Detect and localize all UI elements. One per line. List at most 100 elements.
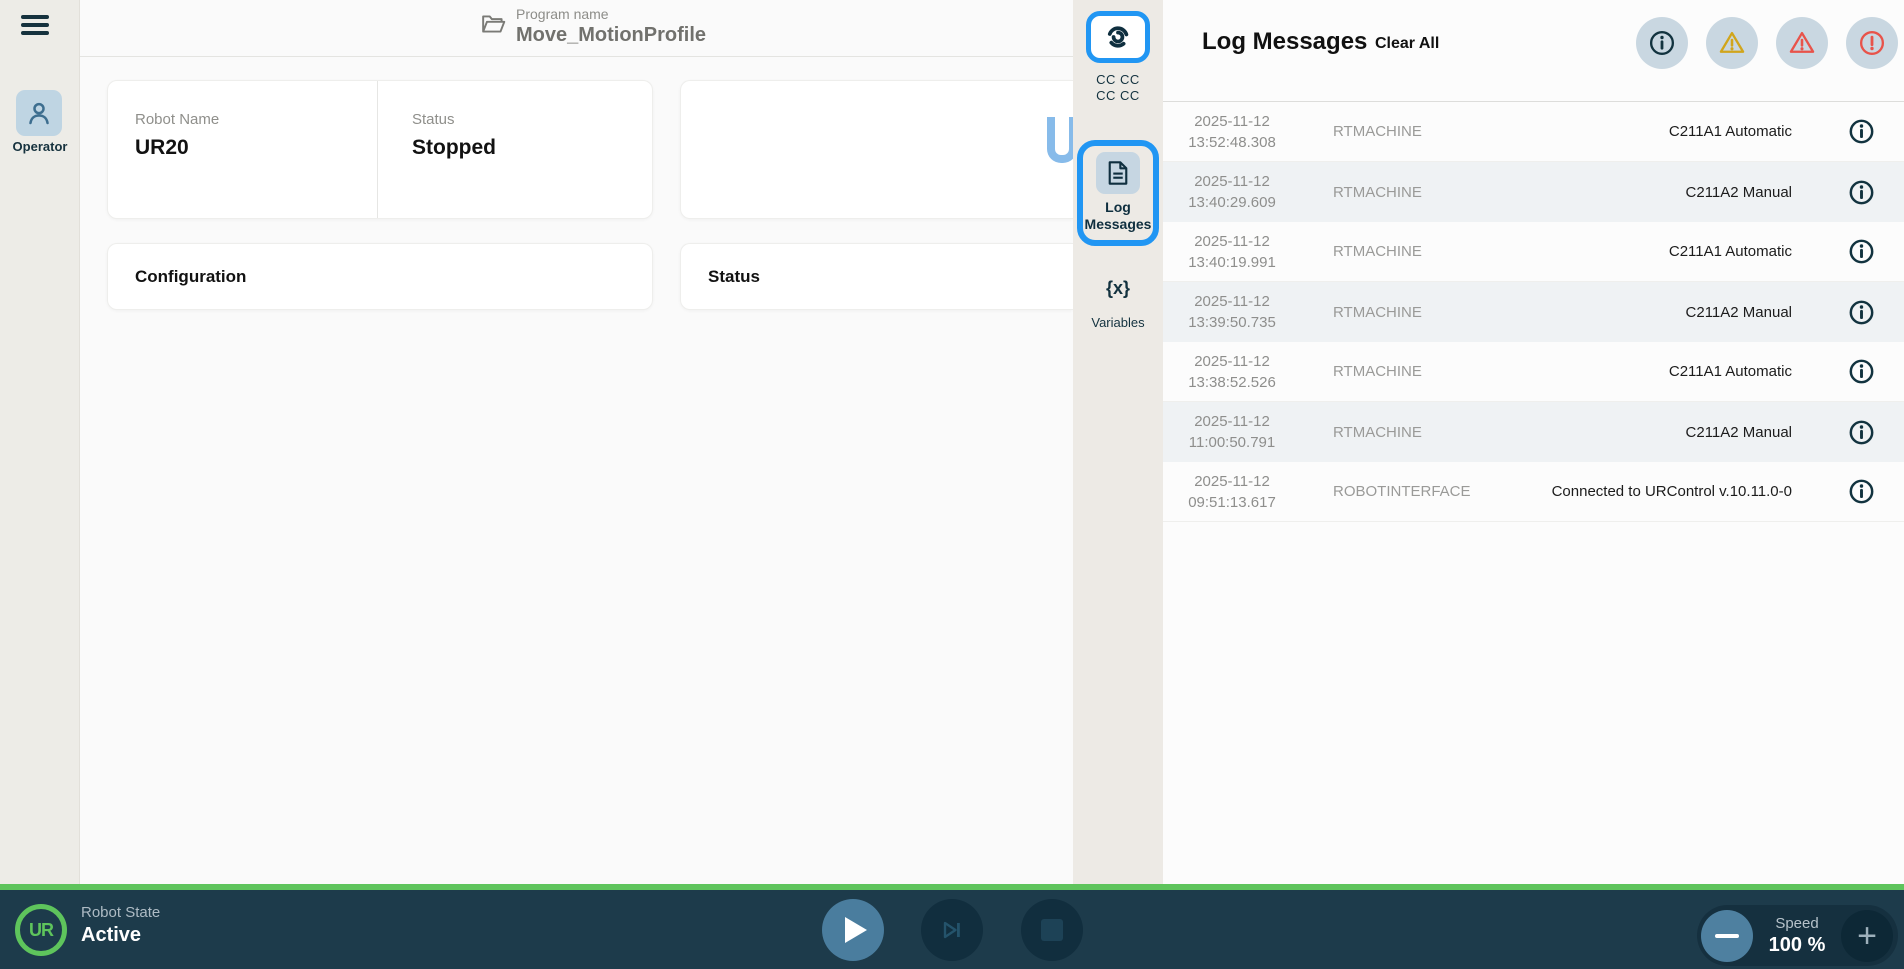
robot-name-value: UR20 bbox=[135, 136, 377, 160]
row-info-icon[interactable] bbox=[1848, 358, 1875, 385]
center-panel: Program name Move_MotionProfile Robot Na… bbox=[80, 0, 1073, 884]
swirl-icon bbox=[1104, 23, 1132, 51]
log-message: Connected to URControl v.10.11.0-0 bbox=[1551, 483, 1818, 500]
log-time: 11:00:50.791 bbox=[1163, 432, 1301, 453]
left-sidebar: Operator bbox=[0, 0, 80, 884]
log-date: 2025-11-12 bbox=[1163, 291, 1301, 312]
clear-all-button[interactable]: Clear All bbox=[1375, 35, 1439, 53]
header-divider bbox=[80, 56, 1073, 57]
log-message: C211A2 Manual bbox=[1551, 184, 1818, 201]
log-date: 2025-11-12 bbox=[1163, 411, 1301, 432]
log-message: C211A1 Automatic bbox=[1551, 243, 1818, 260]
row-info-icon[interactable] bbox=[1848, 478, 1875, 505]
status-card-title: Status bbox=[681, 267, 760, 287]
filter-error-button[interactable] bbox=[1776, 17, 1828, 69]
log-row[interactable]: 2025-11-1213:39:50.735 RTMACHINE C211A2 … bbox=[1163, 282, 1904, 342]
robot-info-card: Robot Name UR20 Status Stopped bbox=[107, 80, 653, 219]
log-messages-icon-tile bbox=[1096, 152, 1140, 194]
log-row[interactable]: 2025-11-1213:40:29.609 RTMACHINE C211A2 … bbox=[1163, 162, 1904, 222]
status-card[interactable]: Status bbox=[680, 243, 1073, 310]
play-icon bbox=[845, 917, 867, 943]
log-message: C211A2 Manual bbox=[1551, 424, 1818, 441]
variables-icon: {x} bbox=[1073, 278, 1163, 299]
robot-status-value: Stopped bbox=[412, 136, 496, 160]
variables-label: Variables bbox=[1073, 315, 1163, 330]
log-message: C211A1 Automatic bbox=[1551, 123, 1818, 140]
speed-decrease-button[interactable] bbox=[1701, 910, 1753, 962]
app-root: Operator Program name Move_MotionProfile… bbox=[0, 0, 1904, 969]
program-name-label: Program name bbox=[516, 6, 706, 23]
toolstrip-item-variables[interactable]: {x} Variables bbox=[1073, 278, 1163, 330]
log-source: RTMACHINE bbox=[1301, 363, 1551, 380]
right-tool-strip: CC CC CC CC Log Messages {x} Variables bbox=[1073, 0, 1163, 884]
log-row[interactable]: 2025-11-1211:00:50.791 RTMACHINE C211A2 … bbox=[1163, 402, 1904, 462]
filter-warning-button[interactable] bbox=[1706, 17, 1758, 69]
log-table: 2025-11-1213:52:48.308 RTMACHINE C211A1 … bbox=[1163, 101, 1904, 522]
log-filter-buttons bbox=[1636, 17, 1898, 69]
folder-icon bbox=[481, 12, 507, 36]
filter-info-button[interactable] bbox=[1636, 17, 1688, 69]
stop-icon bbox=[1041, 919, 1063, 941]
hamburger-menu-icon[interactable] bbox=[21, 15, 49, 37]
log-date: 2025-11-12 bbox=[1163, 231, 1301, 252]
speed-increase-button[interactable]: + bbox=[1841, 910, 1893, 962]
log-source: RTMACHINE bbox=[1301, 243, 1551, 260]
robot-name-label: Robot Name bbox=[135, 111, 377, 128]
configuration-card-title: Configuration bbox=[108, 267, 246, 287]
log-time: 13:38:52.526 bbox=[1163, 372, 1301, 393]
row-info-icon[interactable] bbox=[1848, 299, 1875, 326]
program-name-value: Move_MotionProfile bbox=[516, 23, 706, 47]
log-message: C211A2 Manual bbox=[1551, 304, 1818, 321]
document-icon bbox=[1106, 160, 1130, 186]
row-info-icon[interactable] bbox=[1848, 419, 1875, 446]
log-row[interactable]: 2025-11-1213:38:52.526 RTMACHINE C211A1 … bbox=[1163, 342, 1904, 402]
robot-status-label: Status bbox=[412, 111, 496, 128]
log-date: 2025-11-12 bbox=[1163, 471, 1301, 492]
log-source: RTMACHINE bbox=[1301, 123, 1551, 140]
filter-critical-button[interactable] bbox=[1846, 17, 1898, 69]
footer-bar: UR Robot State Active Speed 100 % + bbox=[0, 890, 1904, 969]
operator-label: Operator bbox=[0, 139, 80, 154]
robot-state-value: Active bbox=[81, 924, 141, 947]
operator-avatar[interactable] bbox=[16, 90, 62, 136]
toolstrip-item-swirl[interactable] bbox=[1086, 11, 1150, 63]
row-info-icon[interactable] bbox=[1848, 238, 1875, 265]
log-messages-label-line1: Log bbox=[1085, 199, 1152, 216]
log-message: C211A1 Automatic bbox=[1551, 363, 1818, 380]
row-info-icon[interactable] bbox=[1848, 118, 1875, 145]
log-time: 09:51:13.617 bbox=[1163, 492, 1301, 513]
play-button[interactable] bbox=[822, 899, 884, 961]
program-name-header[interactable]: Program name Move_MotionProfile bbox=[481, 6, 706, 47]
configuration-card[interactable]: Configuration bbox=[107, 243, 653, 310]
log-messages-panel: Log Messages Clear All bbox=[1163, 0, 1904, 884]
stop-button[interactable] bbox=[1021, 899, 1083, 961]
ur-logo: UR bbox=[15, 904, 67, 956]
log-date: 2025-11-12 bbox=[1163, 171, 1301, 192]
warning-triangle-icon bbox=[1718, 29, 1746, 57]
empty-card bbox=[680, 80, 1073, 219]
speed-value: 100 % bbox=[1753, 933, 1841, 957]
info-circle-icon bbox=[1648, 29, 1676, 57]
log-messages-label-line2: Messages bbox=[1085, 216, 1152, 233]
speed-label: Speed bbox=[1753, 915, 1841, 933]
log-date: 2025-11-12 bbox=[1163, 111, 1301, 132]
log-source: ROBOTINTERFACE bbox=[1301, 483, 1551, 500]
log-row[interactable]: 2025-11-1213:40:19.991 RTMACHINE C211A1 … bbox=[1163, 222, 1904, 282]
log-source: RTMACHINE bbox=[1301, 304, 1551, 321]
log-row[interactable]: 2025-11-1213:52:48.308 RTMACHINE C211A1 … bbox=[1163, 102, 1904, 162]
log-panel-title: Log Messages bbox=[1202, 28, 1367, 56]
cc-status-text: CC CC CC CC bbox=[1073, 72, 1163, 104]
log-source: RTMACHINE bbox=[1301, 184, 1551, 201]
person-icon bbox=[24, 98, 54, 128]
minus-icon bbox=[1715, 934, 1739, 938]
toolstrip-item-log-messages[interactable]: Log Messages bbox=[1077, 140, 1159, 246]
error-circle-icon bbox=[1858, 29, 1886, 57]
log-time: 13:39:50.735 bbox=[1163, 312, 1301, 333]
log-source: RTMACHINE bbox=[1301, 424, 1551, 441]
log-row[interactable]: 2025-11-1209:51:13.617 ROBOTINTERFACE Co… bbox=[1163, 462, 1904, 522]
skip-next-button[interactable] bbox=[921, 899, 983, 961]
log-time: 13:52:48.308 bbox=[1163, 132, 1301, 153]
row-info-icon[interactable] bbox=[1848, 179, 1875, 206]
speed-control: Speed 100 % + bbox=[1697, 905, 1898, 966]
skip-next-icon bbox=[938, 916, 966, 944]
